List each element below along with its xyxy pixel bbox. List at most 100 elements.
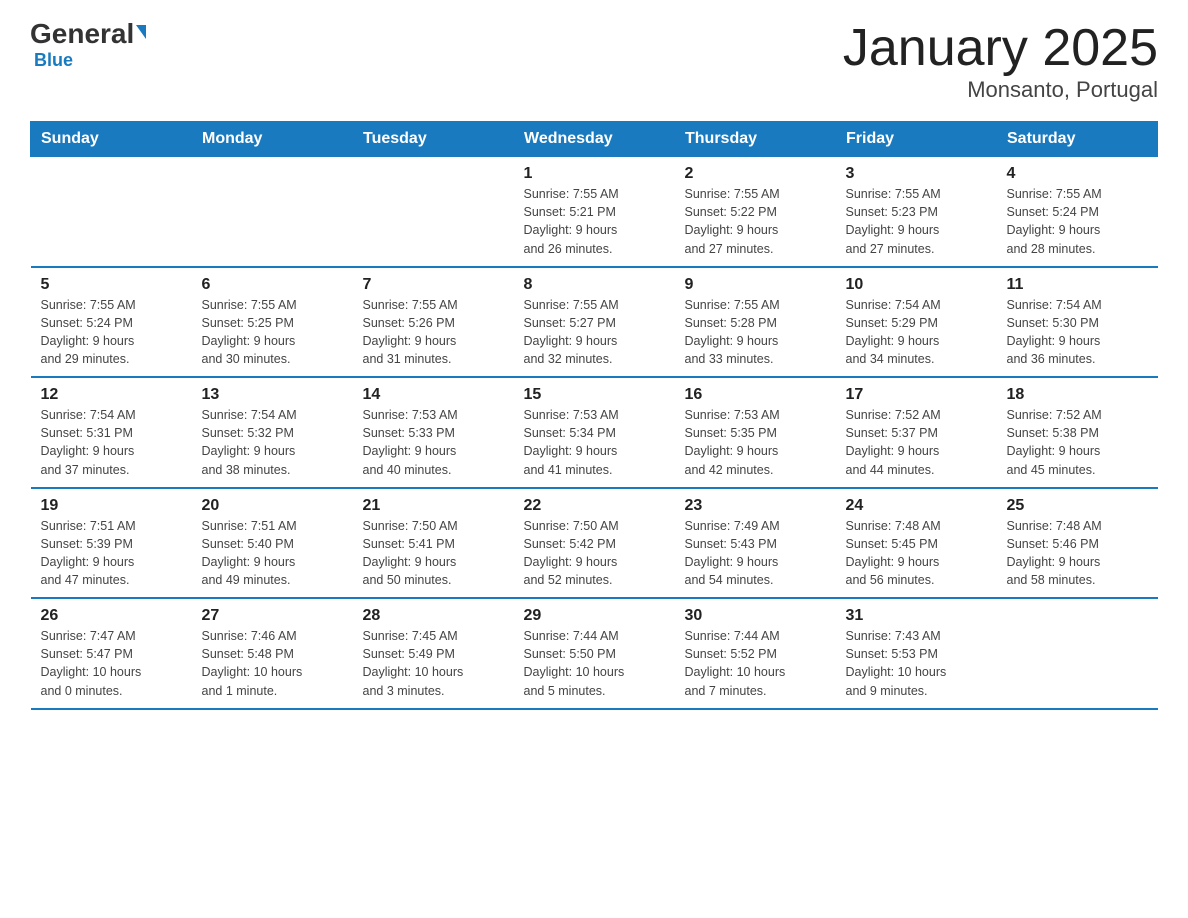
day-info: Sunrise: 7:54 AM Sunset: 5:30 PM Dayligh…: [1007, 296, 1148, 369]
table-row: 11 Sunrise: 7:54 AM Sunset: 5:30 PM Dayli…: [997, 267, 1158, 378]
table-row: 27 Sunrise: 7:46 AM Sunset: 5:48 PM Dayli…: [192, 598, 353, 709]
day-number: 11: [1007, 276, 1148, 294]
table-row: 2Sunrise: 7:55 AM Sunset: 5:22 PM Daylig…: [675, 157, 836, 267]
table-row: 25 Sunrise: 7:48 AM Sunset: 5:46 PM Dayli…: [997, 488, 1158, 599]
table-row: 20Sunrise: 7:51 AM Sunset: 5:40 PM Dayli…: [192, 488, 353, 599]
day-info: Sunrise: 7:47 AM Sunset: 5:47 PM Dayligh…: [41, 627, 182, 700]
day-number: 4: [1007, 165, 1148, 183]
day-number: 22: [524, 497, 665, 515]
table-row: 1 Sunrise: 7:55 AM Sunset: 5:21 PM Daylig…: [514, 157, 675, 267]
day-info: Sunrise: 7:51 AM Sunset: 5:39 PM Dayligh…: [41, 517, 182, 590]
day-info: Sunrise: 7:48 AM Sunset: 5:45 PM Dayligh…: [846, 517, 987, 590]
day-info: Sunrise: 7:55 AM Sunset: 5:23 PM Dayligh…: [846, 185, 987, 258]
calendar-week-row: 5Sunrise: 7:55 AM Sunset: 5:24 PM Daylig…: [31, 267, 1158, 378]
day-info: Sunrise: 7:54 AM Sunset: 5:32 PM Dayligh…: [202, 406, 343, 479]
table-row: [192, 157, 353, 267]
day-info: Sunrise: 7:53 AM Sunset: 5:35 PM Dayligh…: [685, 406, 826, 479]
table-row: 6Sunrise: 7:55 AM Sunset: 5:25 PM Daylig…: [192, 267, 353, 378]
day-number: 8: [524, 276, 665, 294]
col-thursday: Thursday: [675, 122, 836, 157]
day-info: Sunrise: 7:45 AM Sunset: 5:49 PM Dayligh…: [363, 627, 504, 700]
col-wednesday: Wednesday: [514, 122, 675, 157]
day-info: Sunrise: 7:50 AM Sunset: 5:41 PM Dayligh…: [363, 517, 504, 590]
day-info: Sunrise: 7:55 AM Sunset: 5:24 PM Dayligh…: [41, 296, 182, 369]
table-row: 17 Sunrise: 7:52 AM Sunset: 5:37 PM Dayli…: [836, 377, 997, 488]
table-row: 13 Sunrise: 7:54 AM Sunset: 5:32 PM Dayli…: [192, 377, 353, 488]
day-info: Sunrise: 7:48 AM Sunset: 5:46 PM Dayligh…: [1007, 517, 1148, 590]
table-row: 28Sunrise: 7:45 AM Sunset: 5:49 PM Dayli…: [353, 598, 514, 709]
day-number: 2: [685, 165, 826, 183]
day-info: Sunrise: 7:53 AM Sunset: 5:33 PM Dayligh…: [363, 406, 504, 479]
day-info: Sunrise: 7:50 AM Sunset: 5:42 PM Dayligh…: [524, 517, 665, 590]
day-number: 20: [202, 497, 343, 515]
table-row: 12 Sunrise: 7:54 AM Sunset: 5:31 PM Dayli…: [31, 377, 192, 488]
calendar-week-row: 19Sunrise: 7:51 AM Sunset: 5:39 PM Dayli…: [31, 488, 1158, 599]
col-friday: Friday: [836, 122, 997, 157]
col-saturday: Saturday: [997, 122, 1158, 157]
table-row: [997, 598, 1158, 709]
day-number: 9: [685, 276, 826, 294]
calendar-week-row: 12 Sunrise: 7:54 AM Sunset: 5:31 PM Dayli…: [31, 377, 1158, 488]
day-info: Sunrise: 7:55 AM Sunset: 5:25 PM Dayligh…: [202, 296, 343, 369]
day-info: Sunrise: 7:55 AM Sunset: 5:27 PM Dayligh…: [524, 296, 665, 369]
day-number: 31: [846, 607, 987, 625]
day-number: 17: [846, 386, 987, 404]
col-monday: Monday: [192, 122, 353, 157]
day-info: Sunrise: 7:54 AM Sunset: 5:31 PM Dayligh…: [41, 406, 182, 479]
day-number: 14: [363, 386, 504, 404]
table-row: 7Sunrise: 7:55 AM Sunset: 5:26 PM Daylig…: [353, 267, 514, 378]
day-number: 1: [524, 165, 665, 183]
logo: General Blue: [30, 20, 146, 71]
day-number: 29: [524, 607, 665, 625]
day-number: 3: [846, 165, 987, 183]
day-number: 23: [685, 497, 826, 515]
day-number: 10: [846, 276, 987, 294]
table-row: [31, 157, 192, 267]
calendar-week-row: 1 Sunrise: 7:55 AM Sunset: 5:21 PM Daylig…: [31, 157, 1158, 267]
day-info: Sunrise: 7:53 AM Sunset: 5:34 PM Dayligh…: [524, 406, 665, 479]
table-row: 31 Sunrise: 7:43 AM Sunset: 5:53 PM Dayli…: [836, 598, 997, 709]
table-row: 21 Sunrise: 7:50 AM Sunset: 5:41 PM Dayli…: [353, 488, 514, 599]
logo-triangle-icon: [136, 25, 146, 39]
table-row: 15 Sunrise: 7:53 AM Sunset: 5:34 PM Dayli…: [514, 377, 675, 488]
table-row: 22 Sunrise: 7:50 AM Sunset: 5:42 PM Dayli…: [514, 488, 675, 599]
table-row: 23Sunrise: 7:49 AM Sunset: 5:43 PM Dayli…: [675, 488, 836, 599]
col-sunday: Sunday: [31, 122, 192, 157]
logo-subtitle: Blue: [34, 50, 73, 71]
table-row: 10 Sunrise: 7:54 AM Sunset: 5:29 PM Dayli…: [836, 267, 997, 378]
table-row: 30Sunrise: 7:44 AM Sunset: 5:52 PM Dayli…: [675, 598, 836, 709]
day-info: Sunrise: 7:43 AM Sunset: 5:53 PM Dayligh…: [846, 627, 987, 700]
day-info: Sunrise: 7:55 AM Sunset: 5:21 PM Dayligh…: [524, 185, 665, 258]
day-info: Sunrise: 7:46 AM Sunset: 5:48 PM Dayligh…: [202, 627, 343, 700]
table-row: 26Sunrise: 7:47 AM Sunset: 5:47 PM Dayli…: [31, 598, 192, 709]
day-number: 7: [363, 276, 504, 294]
table-row: [353, 157, 514, 267]
day-info: Sunrise: 7:44 AM Sunset: 5:52 PM Dayligh…: [685, 627, 826, 700]
col-tuesday: Tuesday: [353, 122, 514, 157]
day-number: 12: [41, 386, 182, 404]
day-number: 25: [1007, 497, 1148, 515]
table-row: 16 Sunrise: 7:53 AM Sunset: 5:35 PM Dayli…: [675, 377, 836, 488]
table-row: 14 Sunrise: 7:53 AM Sunset: 5:33 PM Dayli…: [353, 377, 514, 488]
day-info: Sunrise: 7:54 AM Sunset: 5:29 PM Dayligh…: [846, 296, 987, 369]
day-info: Sunrise: 7:52 AM Sunset: 5:37 PM Dayligh…: [846, 406, 987, 479]
day-number: 15: [524, 386, 665, 404]
table-row: 29 Sunrise: 7:44 AM Sunset: 5:50 PM Dayli…: [514, 598, 675, 709]
table-row: 5Sunrise: 7:55 AM Sunset: 5:24 PM Daylig…: [31, 267, 192, 378]
day-info: Sunrise: 7:44 AM Sunset: 5:50 PM Dayligh…: [524, 627, 665, 700]
table-row: 24 Sunrise: 7:48 AM Sunset: 5:45 PM Dayli…: [836, 488, 997, 599]
calendar-header-row: Sunday Monday Tuesday Wednesday Thursday…: [31, 122, 1158, 157]
table-row: 3 Sunrise: 7:55 AM Sunset: 5:23 PM Daylig…: [836, 157, 997, 267]
table-row: 19Sunrise: 7:51 AM Sunset: 5:39 PM Dayli…: [31, 488, 192, 599]
day-number: 21: [363, 497, 504, 515]
logo-name: General: [30, 20, 146, 48]
day-number: 27: [202, 607, 343, 625]
table-row: 18Sunrise: 7:52 AM Sunset: 5:38 PM Dayli…: [997, 377, 1158, 488]
table-row: 9 Sunrise: 7:55 AM Sunset: 5:28 PM Daylig…: [675, 267, 836, 378]
day-number: 16: [685, 386, 826, 404]
calendar-table: Sunday Monday Tuesday Wednesday Thursday…: [30, 121, 1158, 710]
calendar-location: Monsanto, Portugal: [843, 77, 1158, 103]
day-number: 24: [846, 497, 987, 515]
day-info: Sunrise: 7:55 AM Sunset: 5:28 PM Dayligh…: [685, 296, 826, 369]
day-number: 13: [202, 386, 343, 404]
